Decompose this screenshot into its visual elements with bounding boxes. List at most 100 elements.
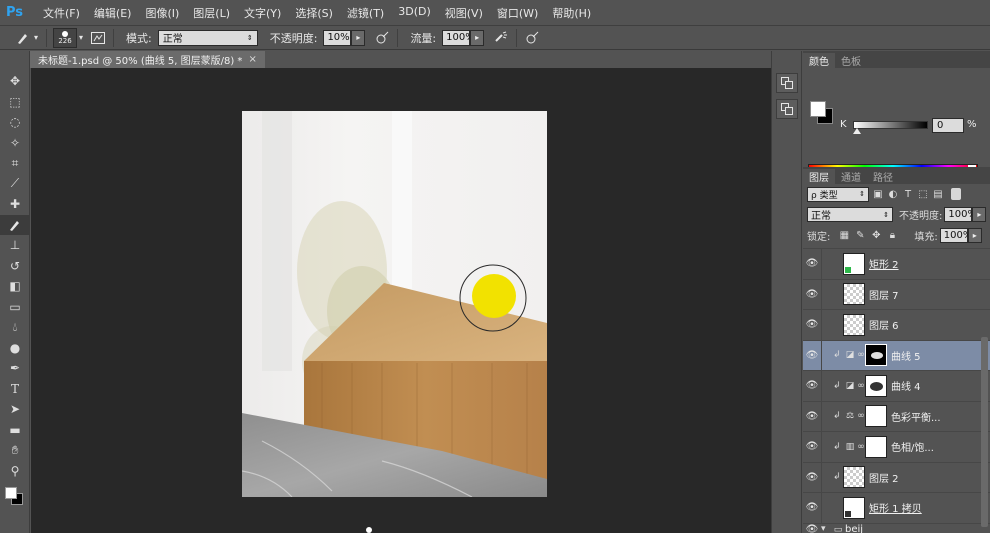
blur-tool-icon[interactable]: 💧︎ — [0, 317, 30, 338]
layer-mask-thumbnail[interactable] — [865, 405, 887, 428]
fill-dropdown-icon[interactable]: ▸ — [967, 228, 982, 243]
filter-toggle[interactable] — [951, 188, 961, 200]
flow-dropdown-icon[interactable]: ▸ — [470, 29, 485, 46]
group-expand-icon[interactable]: ▾ — [821, 524, 831, 533]
lock-pixels-icon[interactable]: ✎ — [854, 230, 866, 242]
zoom-tool-icon[interactable]: ⚲ — [0, 461, 30, 482]
filter-pixel-icon[interactable]: ▣ — [872, 188, 884, 200]
eyedropper-tool-icon[interactable]: ⟋ — [0, 174, 30, 195]
menu-window[interactable]: 窗口(W) — [490, 5, 545, 21]
brush-tool-icon[interactable] — [14, 29, 32, 47]
brush-preset-picker[interactable]: 226 — [53, 27, 77, 48]
visibility-eye-icon[interactable]: 👁︎ — [803, 289, 821, 300]
eraser-tool-icon[interactable]: ◧ — [0, 276, 30, 297]
visibility-eye-icon[interactable]: 👁︎ — [803, 350, 821, 361]
clone-stamp-tool-icon[interactable]: ⊥ — [0, 235, 30, 256]
layer-filter-select[interactable]: ρ 类型 ⇕ — [807, 186, 869, 202]
document-tab[interactable]: 未标题-1.psd @ 50% (曲线 5, 图层蒙版/8) * × — [30, 51, 265, 68]
menu-file[interactable]: 文件(F) — [36, 5, 87, 21]
layer-mask-thumbnail[interactable] — [865, 344, 887, 367]
lock-all-icon[interactable]: 🔒︎ — [886, 230, 898, 242]
canvas-area[interactable] — [31, 68, 771, 533]
opacity-dropdown-icon[interactable]: ▸ — [351, 29, 366, 46]
menu-edit[interactable]: 编辑(E) — [87, 5, 139, 21]
tab-paths[interactable]: 路径 — [867, 169, 899, 184]
color-swatches[interactable] — [0, 481, 30, 511]
fill-input[interactable]: 100% — [939, 228, 972, 243]
foreground-color-swatch[interactable] — [810, 101, 826, 117]
history-panel-icon[interactable] — [775, 73, 798, 93]
menu-layer[interactable]: 图层(L) — [186, 5, 237, 21]
layer-row[interactable]: 👁︎ 图层 7 — [803, 278, 990, 309]
k-channel-input[interactable]: 0 — [932, 118, 964, 133]
mode-select[interactable]: 正常 ⇕ — [157, 29, 258, 46]
pressure-size-icon[interactable] — [523, 29, 541, 47]
filter-smart-object-icon[interactable]: ▤ — [932, 188, 944, 200]
layer-group-row[interactable]: 👁︎ ▾ ▭ beij — [803, 522, 990, 533]
brush-tool-icon[interactable] — [0, 214, 30, 235]
type-tool-icon[interactable]: T — [0, 379, 30, 400]
mask-link-icon[interactable]: ∞ — [857, 442, 865, 452]
layer-row[interactable]: 👁︎ ↲ 图层 2 — [803, 461, 990, 492]
lock-transparent-icon[interactable]: ▦ — [838, 230, 850, 242]
visibility-eye-icon[interactable]: 👁︎ — [803, 411, 821, 422]
layer-row[interactable]: 👁︎ 矩形 2 — [803, 248, 990, 279]
marquee-tool-icon[interactable]: ⬚ — [0, 92, 30, 113]
gradient-tool-icon[interactable]: ▭ — [0, 297, 30, 318]
layer-opacity-input[interactable]: 100% — [944, 207, 977, 222]
tool-preset-dropdown-icon[interactable]: ▾ — [32, 29, 40, 47]
tab-swatches[interactable]: 色板 — [835, 53, 867, 68]
visibility-eye-icon[interactable]: 👁︎ — [803, 524, 821, 533]
opacity-input[interactable]: 10% — [323, 29, 352, 46]
menu-3d[interactable]: 3D(D) — [391, 5, 438, 21]
brush-panel-toggle-icon[interactable] — [89, 29, 107, 47]
visibility-eye-icon[interactable]: 👁︎ — [803, 441, 821, 452]
layer-row[interactable]: 👁︎ 矩形 1 拷贝 — [803, 492, 990, 523]
foreground-color-swatch[interactable] — [5, 487, 17, 499]
tab-channels[interactable]: 通道 — [835, 169, 867, 184]
layer-mask-thumbnail[interactable] — [865, 435, 887, 458]
history-brush-tool-icon[interactable]: ↺ — [0, 256, 30, 277]
healing-brush-tool-icon[interactable]: ✚ — [0, 194, 30, 215]
pressure-opacity-icon[interactable] — [373, 29, 391, 47]
menu-help[interactable]: 帮助(H) — [545, 5, 598, 21]
close-tab-icon[interactable]: × — [248, 54, 256, 65]
layer-row[interactable]: 👁︎ ↲ ◪ ∞ 曲线 4 — [803, 370, 990, 401]
rectangle-tool-icon[interactable]: ▬ — [0, 420, 30, 441]
path-selection-tool-icon[interactable]: ➤ — [0, 399, 30, 420]
visibility-eye-icon[interactable]: 👁︎ — [803, 258, 821, 269]
layer-opacity-dropdown-icon[interactable]: ▸ — [972, 207, 987, 222]
layer-row[interactable]: 👁︎ ↲ ⚖︎ ∞ 色彩平衡... — [803, 400, 990, 431]
visibility-eye-icon[interactable]: 👁︎ — [803, 502, 821, 513]
properties-panel-icon[interactable] — [775, 99, 798, 119]
menu-filter[interactable]: 滤镜(T) — [340, 5, 391, 21]
visibility-eye-icon[interactable]: 👁︎ — [803, 319, 821, 330]
layer-mask-thumbnail[interactable] — [865, 374, 887, 397]
move-tool-icon[interactable]: ✥ — [0, 71, 30, 92]
k-slider-thumb[interactable] — [853, 128, 861, 134]
hand-tool-icon[interactable]: ✋︎ — [0, 440, 30, 461]
menu-image[interactable]: 图像(I) — [138, 5, 186, 21]
document-canvas[interactable] — [242, 111, 547, 497]
layer-row[interactable]: 👁︎ ↲ ▥ ∞ 色相/饱... — [803, 431, 990, 462]
blend-mode-select[interactable]: 正常 ⇕ — [807, 207, 893, 222]
mask-link-icon[interactable]: ∞ — [857, 381, 865, 391]
crop-tool-icon[interactable]: ⌗ — [0, 153, 30, 174]
lasso-tool-icon[interactable]: ◌ — [0, 112, 30, 133]
lock-position-icon[interactable]: ✥ — [870, 230, 882, 242]
menu-type[interactable]: 文字(Y) — [237, 5, 288, 21]
mask-link-icon[interactable]: ∞ — [857, 350, 865, 360]
menu-view[interactable]: 视图(V) — [438, 5, 490, 21]
filter-type-icon[interactable]: T — [902, 188, 914, 200]
airbrush-icon[interactable] — [492, 29, 510, 47]
filter-shape-icon[interactable]: ⬚ — [917, 188, 929, 200]
magic-wand-tool-icon[interactable]: ✧ — [0, 133, 30, 154]
filter-adjustment-icon[interactable]: ◐ — [887, 188, 899, 200]
dodge-tool-icon[interactable]: ● — [0, 338, 30, 359]
brush-dropdown-icon[interactable]: ▾ — [77, 29, 85, 47]
menu-select[interactable]: 选择(S) — [288, 5, 340, 21]
visibility-eye-icon[interactable]: 👁︎ — [803, 472, 821, 483]
layer-row[interactable]: 👁︎ 图层 6 — [803, 309, 990, 340]
pen-tool-icon[interactable]: ✒︎ — [0, 358, 30, 379]
mask-link-icon[interactable]: ∞ — [857, 411, 865, 421]
